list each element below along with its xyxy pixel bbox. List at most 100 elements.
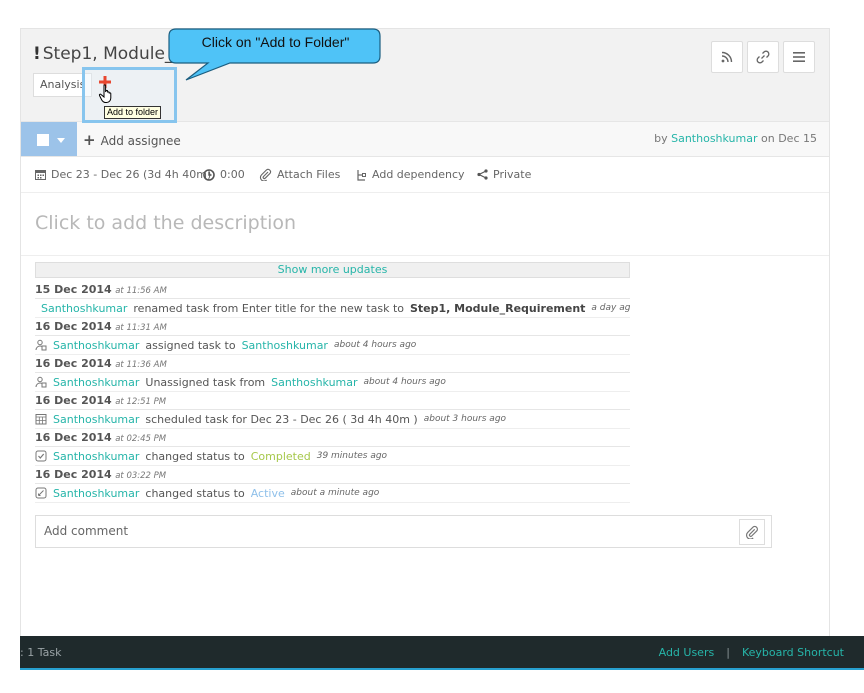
task-count: : 1 Task: [20, 646, 62, 659]
add-dependency-button[interactable]: Add dependency: [356, 168, 465, 181]
dependency-icon: [357, 169, 366, 181]
activity-time: at 03:22 PM: [115, 471, 167, 481]
status-square-icon: [37, 134, 49, 146]
comment-input[interactable]: [44, 524, 724, 538]
activity-ago: about 4 hours ago: [333, 339, 417, 350]
footer-bar: : 1 Task Add Users | Keyboard Shortcut: [20, 636, 864, 670]
caret-down-icon: [57, 138, 65, 143]
priority-mark: !: [33, 44, 41, 64]
keyboard-shortcut-link[interactable]: Keyboard Shortcut: [742, 646, 844, 659]
menu-icon: [793, 52, 805, 62]
activity-user-link[interactable]: Santhoshkumar: [41, 299, 127, 317]
comment-box: [35, 515, 772, 548]
created-date: on Dec 15: [761, 132, 817, 145]
creator-link[interactable]: Santhoshkumar: [671, 132, 757, 145]
created-by: by Santhoshkumar on Dec 15: [654, 132, 817, 145]
add-dependency-label: Add dependency: [372, 168, 465, 181]
callout-text: Click on "Add to Folder": [201, 34, 350, 50]
attach-files-label: Attach Files: [277, 168, 341, 181]
activity-date-row: 16 Dec 2014 at 02:45 PM: [35, 429, 630, 447]
activity-item: Santhoshkumar scheduled task for Dec 23 -…: [35, 410, 630, 429]
clock-icon: [203, 168, 215, 181]
activity-time: at 11:56 AM: [115, 286, 167, 296]
time-label: 0:00: [220, 168, 245, 181]
add-assignee-label: Add assignee: [100, 134, 181, 148]
activity-target-link[interactable]: Santhoshkumar: [271, 373, 357, 391]
activity-text: scheduled task for Dec 23 - Dec 26 ( 3d …: [145, 412, 418, 426]
activity-date: 16 Dec 2014: [35, 320, 112, 333]
activity-ago: 39 minutes ago: [316, 450, 388, 461]
activity-text: assigned task to: [145, 338, 236, 352]
activity-time: at 12:51 PM: [115, 397, 167, 407]
activity-date-row: 16 Dec 2014 at 11:31 AM: [35, 318, 630, 336]
paperclip-icon: [745, 525, 758, 539]
footer-separator: |: [726, 646, 730, 659]
status-dropdown[interactable]: [21, 122, 77, 156]
menu-button[interactable]: [783, 41, 815, 73]
footer-links: Add Users | Keyboard Shortcut: [659, 646, 844, 659]
activity-item: Santhoshkumar changed status to Completed 3…: [35, 447, 630, 466]
activity-item: Santhoshkumar renamed task from Enter tit…: [35, 299, 630, 318]
activity-ago: about 3 hours ago: [423, 413, 507, 424]
activity-time: at 11:31 AM: [115, 323, 167, 333]
calendar-icon: [35, 414, 47, 425]
description-placeholder[interactable]: Click to add the description: [35, 212, 296, 234]
assign-bar: + Add assignee by Santhoshkumar on Dec 15: [21, 121, 829, 157]
link-icon: [756, 50, 770, 64]
activity-date-row: 16 Dec 2014 at 12:51 PM: [35, 392, 630, 410]
activity-time: at 11:36 AM: [115, 360, 167, 370]
plus-icon: +: [83, 131, 96, 149]
by-prefix: by: [654, 132, 668, 145]
hand-cursor-icon: [98, 84, 112, 103]
dates-field[interactable]: Dec 23 - Dec 26 (3d 4h 40m): [35, 168, 211, 181]
activity-date-row: 15 Dec 2014 at 11:56 AM: [35, 281, 630, 299]
share-icon: [477, 169, 488, 180]
activity-date: 16 Dec 2014: [35, 431, 112, 444]
assignee-icon: [35, 376, 47, 388]
privacy-toggle[interactable]: Private: [477, 168, 531, 181]
activity-target-link[interactable]: Santhoshkumar: [242, 336, 328, 354]
comment-attach-button[interactable]: [739, 519, 765, 545]
activity-item: Santhoshkumar changed status to Active abou…: [35, 484, 630, 503]
activity-text: renamed task from Enter title for the ne…: [133, 301, 404, 315]
activity-time: at 02:45 PM: [115, 434, 167, 444]
rss-icon: [721, 51, 733, 63]
time-tracker[interactable]: 0:00: [203, 168, 245, 181]
activity-text: changed status to: [145, 449, 245, 463]
activity-date: 15 Dec 2014: [35, 283, 112, 296]
activity-user-link[interactable]: Santhoshkumar: [53, 484, 139, 502]
activity-ago: about a minute ago: [290, 487, 380, 498]
checkbox-icon: [35, 450, 47, 462]
activity-item: Santhoshkumar Unassigned task from Santhos…: [35, 373, 630, 392]
status-active: Active: [250, 486, 285, 500]
activity-user-link[interactable]: Santhoshkumar: [53, 410, 139, 428]
divider: [21, 255, 829, 256]
status-completed: Completed: [250, 449, 311, 463]
attach-files-button[interactable]: Attach Files: [259, 168, 340, 181]
calendar-icon: [35, 170, 46, 180]
add-to-folder-tooltip: Add to folder: [104, 106, 162, 119]
link-button[interactable]: [747, 41, 779, 73]
activity-date: 16 Dec 2014: [35, 468, 112, 481]
assignee-icon: [35, 339, 47, 351]
activity-user-link[interactable]: Santhoshkumar: [53, 447, 139, 465]
meta-bar: Dec 23 - Dec 26 (3d 4h 40m) 0:00 Attach …: [21, 157, 829, 193]
activity-date: 16 Dec 2014: [35, 357, 112, 370]
paperclip-icon: [259, 168, 272, 181]
activity-task-name: Step1, Module_Requirement: [410, 301, 586, 315]
activity-user-link[interactable]: Santhoshkumar: [53, 336, 139, 354]
add-users-link[interactable]: Add Users: [659, 646, 715, 659]
activity-ago: about 4 hours ago: [363, 376, 446, 387]
activity-date-row: 16 Dec 2014 at 03:22 PM: [35, 466, 630, 484]
activity-user-link[interactable]: Santhoshkumar: [53, 373, 139, 391]
add-assignee-button[interactable]: + Add assignee: [83, 131, 181, 149]
activity-date: 16 Dec 2014: [35, 394, 112, 407]
activity-ago: a day ago: [591, 302, 630, 313]
activity-item: Santhoshkumar assigned task to Santhoshkum…: [35, 336, 630, 355]
activity-date-row: 16 Dec 2014 at 11:36 AM: [35, 355, 630, 373]
rss-button[interactable]: [711, 41, 743, 73]
activity-text: changed status to: [145, 486, 245, 500]
dates-label: Dec 23 - Dec 26 (3d 4h 40m): [51, 168, 212, 181]
show-more-updates-button[interactable]: Show more updates: [35, 262, 630, 278]
activity-text: Unassigned task from: [145, 375, 266, 389]
